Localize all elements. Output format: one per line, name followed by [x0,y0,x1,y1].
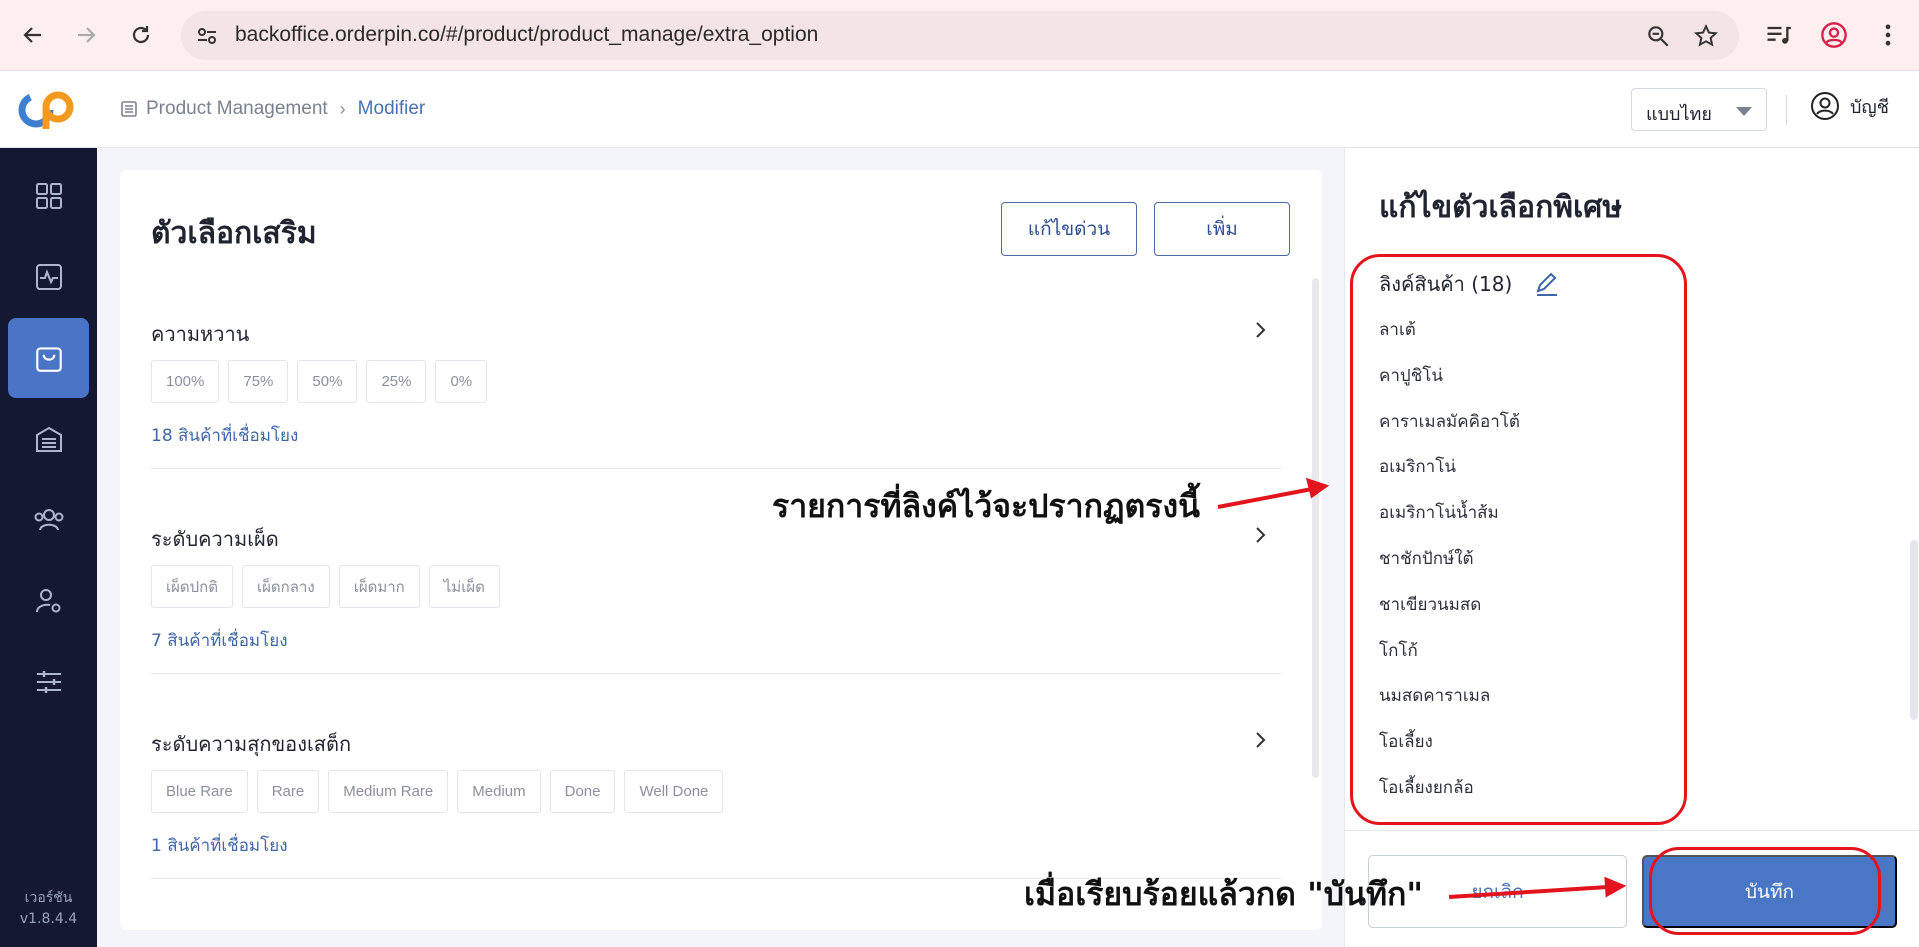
language-value: แบบไทย [1646,104,1712,125]
option-chip: เผ็ดมาก [338,565,420,608]
chevron-right-icon[interactable] [1251,318,1271,342]
breadcrumb-modifier[interactable]: Modifier [358,98,426,120]
address-bar[interactable]: backoffice.orderpin.co/#/product/product… [181,11,1739,60]
annotation-highlight-save [1649,847,1881,935]
page-title: ตัวเลือกเสริม [151,216,317,251]
sidebar: เวอร์ชัน v1.8.4.4 [0,148,97,947]
panel-scrollbar[interactable] [1910,540,1918,720]
header-divider [1786,95,1787,125]
language-select[interactable]: แบบไทย [1631,88,1767,131]
divider [151,673,1281,674]
zoom-icon[interactable] [1645,23,1671,49]
arrow-left-icon [23,27,41,43]
option-chip: 25% [366,360,427,403]
option-chip: Done [549,770,616,813]
account-label: บัญชี [1850,96,1889,118]
option-chip: ไม่เผ็ด [428,565,500,608]
reload-icon [132,26,150,44]
option-chip: เผ็ดกลาง [242,565,330,608]
sidebar-item-activity[interactable] [8,237,89,317]
back-button[interactable] [18,20,48,50]
scrollbar[interactable] [1312,278,1319,778]
user-settings-icon [35,589,60,613]
app-header: Product Management › Modifier แบบไทย บัญ… [0,71,1919,148]
option-chips: เผ็ดปกติ เผ็ดกลาง เผ็ดมาก ไม่เผ็ด [151,565,509,608]
modifier-group-steak-doneness[interactable]: ระดับความสุกของเสต็ก Blue Rare Rare Medi… [151,728,1281,879]
version-number: v1.8.4.4 [19,911,78,927]
caret-down-icon [1736,107,1752,116]
profile-icon[interactable] [1820,21,1848,49]
group-title: ความหวาน [151,322,250,346]
panel-title: แก้ไขตัวเลือกพิเศษ [1379,190,1623,225]
modifier-group-spiciness[interactable]: ระดับความเผ็ด เผ็ดปกติ เผ็ดกลาง เผ็ดมาก … [151,523,1281,674]
option-chip: Blue Rare [151,770,248,813]
site-settings-icon[interactable] [195,24,219,48]
option-chips: 100% 75% 50% 25% 0% [151,360,496,403]
list-icon [121,101,137,117]
annotation-save-note: เมื่อเรียบร้อยแล้วกด "บันทึก" [1024,875,1424,913]
account-menu[interactable]: บัญชี [1810,91,1889,121]
group-title: ระดับความเผ็ด [151,527,279,551]
arrow-right-icon [78,27,96,43]
linked-products-link[interactable]: 7 สินค้าที่เชื่อมโยง [151,627,288,654]
sidebar-item-staff[interactable] [8,561,89,641]
url-text: backoffice.orderpin.co/#/product/product… [235,23,819,46]
sidebar-item-settings[interactable] [8,642,89,722]
forward-button[interactable] [71,20,101,50]
option-chip: เผ็ดปกติ [151,565,234,608]
option-chip: 100% [151,360,220,403]
modifier-group-sweetness[interactable]: ความหวาน 100% 75% 50% 25% 0% 18 สินค้าที… [151,318,1281,469]
option-chip: 0% [435,360,488,403]
sidebar-item-products[interactable] [8,318,89,398]
annotation-highlight-list [1350,254,1687,825]
orderpin-logo[interactable] [16,89,80,131]
linked-products-link[interactable]: 1 สินค้าที่เชื่อมโยง [151,832,288,859]
option-chip: 50% [297,360,358,403]
version-label: เวอร์ชัน [24,890,73,906]
option-chips: Blue Rare Rare Medium Rare Medium Done W… [151,770,732,813]
sidebar-item-dashboard[interactable] [8,156,89,236]
chevron-right-icon: › [339,98,346,119]
option-chip: 75% [228,360,289,403]
linked-products-link[interactable]: 18 สินค้าที่เชื่อมโยง [151,422,298,449]
sidebar-item-warehouse[interactable] [8,399,89,479]
option-chip: Rare [256,770,320,813]
users-icon [34,509,63,531]
chevron-right-icon[interactable] [1251,728,1271,752]
annotation-list-note: รายการที่ลิงค์ไว้จะปรากฏตรงนี้ [772,487,1200,525]
dashboard-icon [35,183,62,209]
option-chip: Well Done [624,770,724,813]
menu-kebab-icon[interactable] [1874,21,1902,49]
divider [151,468,1281,469]
browser-toolbar: backoffice.orderpin.co/#/product/product… [0,0,1919,71]
user-circle-icon [1811,92,1839,120]
option-chip: Medium Rare [328,770,449,813]
group-title: ระดับความสุกของเสต็ก [151,732,352,756]
activity-icon [35,264,62,290]
star-icon[interactable] [1693,23,1719,49]
reload-button[interactable] [126,20,156,50]
warehouse-icon [35,426,62,452]
sidebar-item-customers[interactable] [8,480,89,560]
breadcrumb: Product Management › Modifier [120,98,425,120]
option-chip: Medium [457,770,541,813]
sliders-icon [36,671,61,693]
chevron-right-icon[interactable] [1251,523,1271,547]
shopping-bag-icon [35,347,62,372]
modifier-list-card: ตัวเลือกเสริม แก้ไขด่วน เพิ่ม ความหวาน 1… [120,170,1322,930]
media-control-icon[interactable] [1764,21,1792,49]
breadcrumb-product-management[interactable]: Product Management [146,98,328,120]
quick-edit-button[interactable]: แก้ไขด่วน [1001,202,1137,256]
add-button[interactable]: เพิ่ม [1154,202,1290,256]
